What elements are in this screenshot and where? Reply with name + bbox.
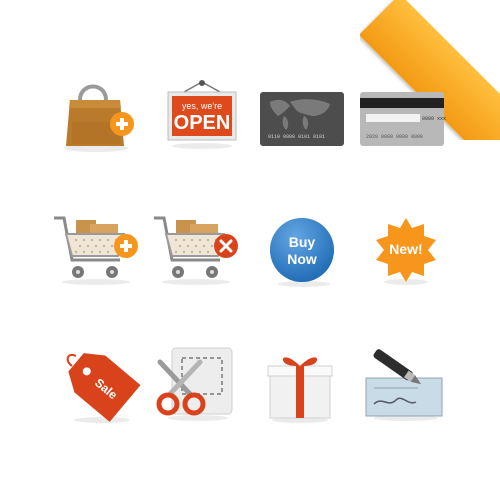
open-sign-icon: yes, we're OPEN (164, 80, 240, 150)
cart-add-icon (52, 212, 144, 286)
credit-card-front-icon: 0110 0000 0101 0101 (260, 92, 346, 150)
buy-now-line2: Now (287, 251, 317, 267)
card-back-cvv: 0000 xxx (422, 116, 446, 122)
series-number: 9 (461, 0, 488, 26)
icon-sheet: 9 in a series yes, we're OPEN 0110 0000 … (0, 0, 500, 500)
sale-tag-icon: Sale (58, 350, 141, 426)
new-badge-icon: New! (370, 216, 442, 288)
card-front-number: 0110 0000 0101 0101 (268, 134, 325, 140)
coupon-scissors-icon (156, 346, 236, 422)
open-sign-main-text: OPEN (173, 112, 231, 134)
buy-now-line1: Buy (289, 234, 316, 250)
cart-remove-icon (152, 212, 244, 286)
new-badge-label: New! (389, 241, 422, 257)
shopping-bag-add-icon (62, 78, 142, 154)
gift-box-icon (266, 348, 336, 424)
credit-card-back-icon: 0000 xxx 2020 0000 0000 0000 (360, 92, 446, 150)
card-back-number: 2020 0000 0000 0000 (366, 134, 423, 140)
open-sign-top-text: yes, we're (181, 101, 223, 111)
check-pen-icon (362, 349, 446, 422)
buy-now-button[interactable]: Buy Now (268, 216, 340, 288)
